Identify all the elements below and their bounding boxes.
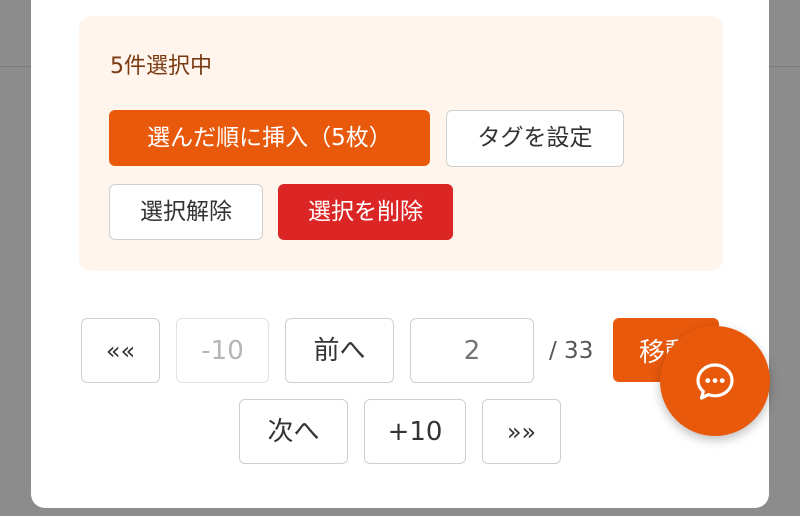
- back-10-button[interactable]: -10: [176, 318, 269, 383]
- chat-bubble-icon: [696, 363, 734, 400]
- chat-fab-button[interactable]: [660, 326, 770, 436]
- first-page-button[interactable]: ««: [81, 318, 160, 383]
- set-tag-button[interactable]: タグを設定: [446, 110, 624, 167]
- last-page-button[interactable]: »»: [482, 399, 561, 464]
- deselect-button[interactable]: 選択解除: [109, 184, 263, 240]
- forward-10-button[interactable]: +10: [364, 399, 466, 464]
- selection-count: 5件選択中: [110, 54, 212, 79]
- insert-in-order-button[interactable]: 選んだ順に挿入（5枚）: [109, 110, 430, 166]
- page-number-input[interactable]: [410, 318, 534, 383]
- next-page-button[interactable]: 次へ: [239, 399, 348, 464]
- delete-selected-button[interactable]: 選択を削除: [278, 184, 453, 240]
- total-pages-label: / 33: [549, 338, 594, 364]
- prev-page-button[interactable]: 前へ: [285, 318, 394, 383]
